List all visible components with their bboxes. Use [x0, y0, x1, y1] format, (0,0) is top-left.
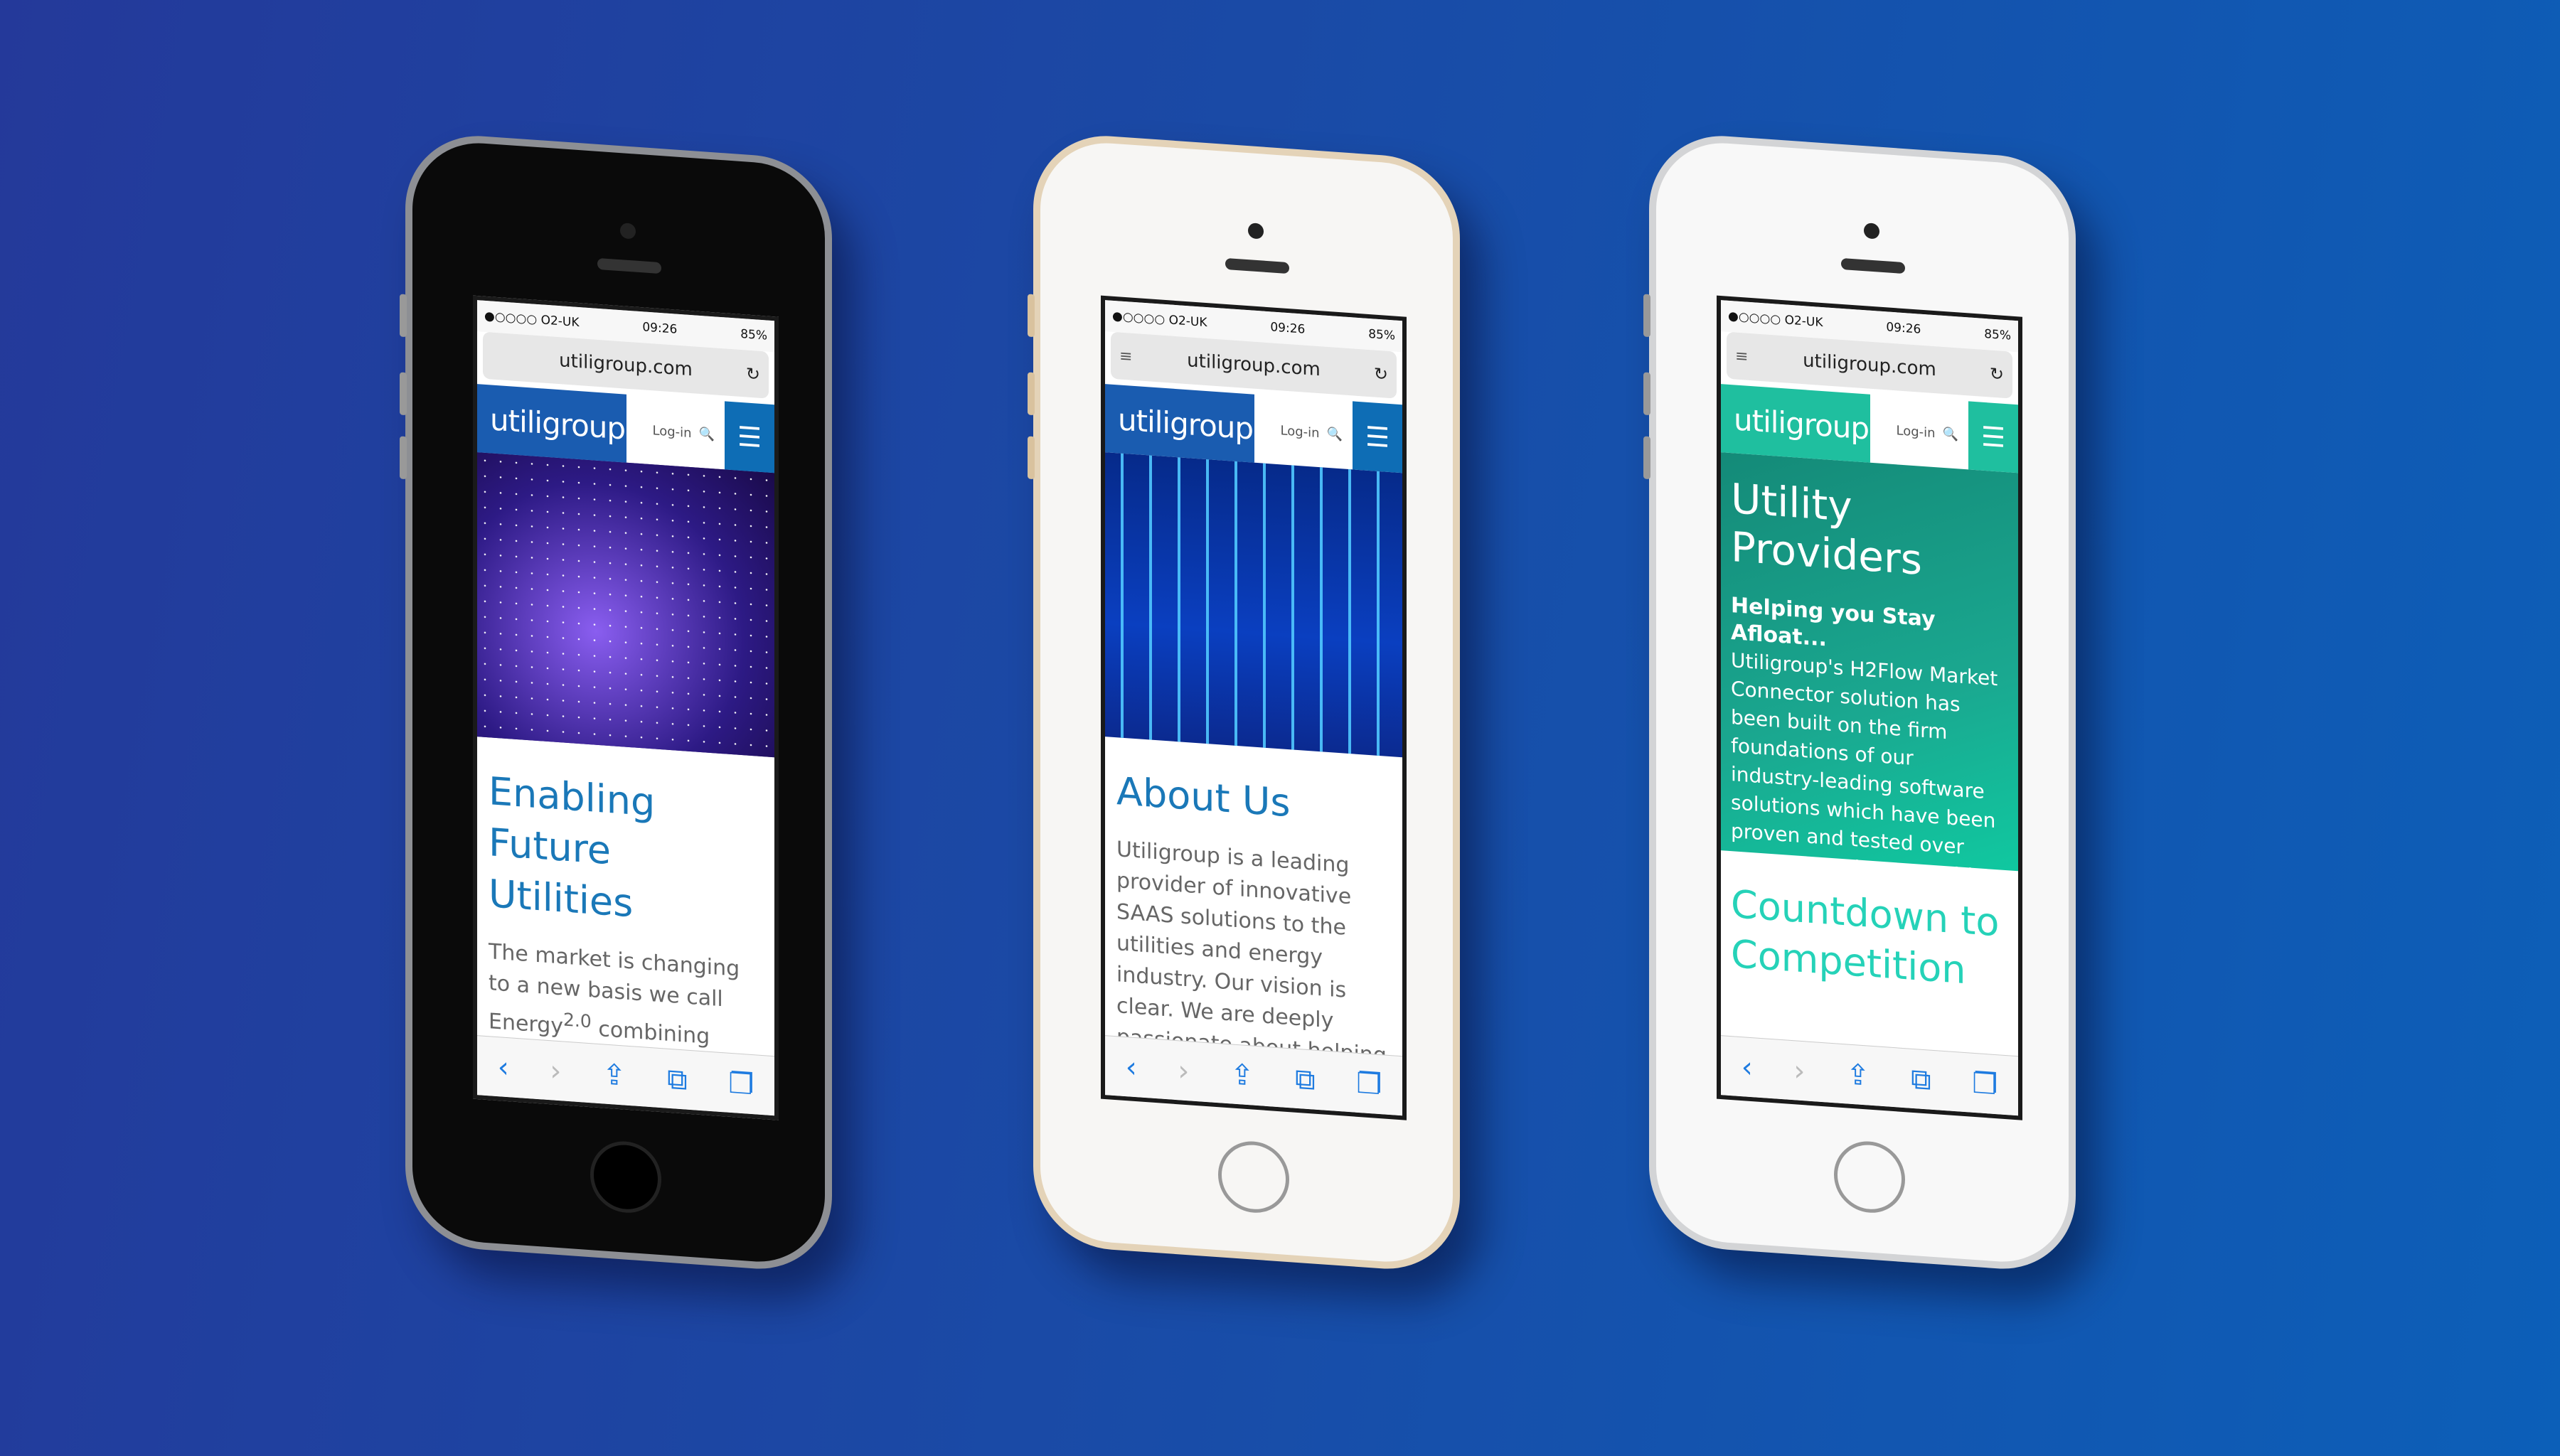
page-title: Enabling Future Utilities: [489, 769, 656, 926]
page-body: Utiligroup's H2Flow Market Connector sol…: [1731, 648, 1998, 910]
reload-icon[interactable]: ↻: [1374, 363, 1388, 384]
speaker: [1225, 257, 1289, 274]
speaker: [1841, 257, 1905, 274]
camera: [1248, 223, 1264, 240]
hero-image-stock-chart: [1105, 452, 1402, 758]
home-button[interactable]: [1218, 1139, 1289, 1216]
share-icon[interactable]: ⇪: [602, 1058, 626, 1092]
hero-image-space: [477, 452, 774, 758]
logo[interactable]: utiligroup: [1721, 384, 1870, 463]
login-link[interactable]: Log-in: [1897, 423, 1936, 441]
battery: 85%: [740, 326, 767, 343]
logo[interactable]: utiligroup: [1105, 384, 1254, 463]
carrier: ●○○○○ O2-UK: [484, 309, 580, 331]
back-icon[interactable]: ‹: [498, 1051, 509, 1084]
bookmarks-icon[interactable]: ⧉: [1911, 1062, 1931, 1096]
home-button[interactable]: [1834, 1139, 1905, 1216]
forward-icon[interactable]: ›: [550, 1054, 561, 1088]
clock: 09:26: [642, 320, 678, 337]
speaker: [597, 257, 661, 274]
search-icon[interactable]: 🔍: [1943, 426, 1958, 442]
tabs-icon[interactable]: ❐: [1972, 1066, 1998, 1101]
tabs-icon[interactable]: ❐: [728, 1066, 754, 1101]
hamburger-icon[interactable]: ☰: [725, 401, 774, 473]
forward-icon[interactable]: ›: [1178, 1054, 1189, 1088]
share-icon[interactable]: ⇪: [1846, 1058, 1870, 1092]
phone-space-gray: ●○○○○ O2-UK 09:26 85% utiligroup.com ↻ util…: [400, 131, 832, 1274]
camera: [1864, 223, 1879, 240]
phone-silver: ●○○○○ O2-UK 09:26 85% ≡ utiligroup.com ↻ uti…: [1643, 131, 2076, 1274]
bookmarks-icon[interactable]: ⧉: [1295, 1062, 1316, 1096]
screen: ●○○○○ O2-UK 09:26 85% ≡ utiligroup.com ↻ uti…: [1717, 295, 2022, 1120]
url-text: utiligroup.com: [559, 350, 693, 381]
phone-gold: ●○○○○ O2-UK 09:26 85% ≡ utiligroup.com ↻ uti…: [1028, 131, 1460, 1274]
bookmarks-icon[interactable]: ⧉: [667, 1062, 688, 1096]
login-link[interactable]: Log-in: [1281, 423, 1320, 441]
logo[interactable]: utiligroup: [477, 384, 626, 463]
home-button[interactable]: [590, 1139, 661, 1216]
share-icon[interactable]: ⇪: [1230, 1058, 1254, 1092]
safari-toolbar: ‹ › ⇪ ⧉ ❐: [1721, 1035, 2018, 1116]
camera: [620, 223, 636, 240]
page-title: Utility Providers: [1731, 474, 1923, 584]
hero-panel: Utility Providers Helping you Stay Afloa…: [1721, 452, 2018, 910]
hamburger-icon[interactable]: ☰: [1968, 401, 2018, 473]
login-link[interactable]: Log-in: [653, 423, 692, 441]
reader-icon[interactable]: ≡: [1119, 347, 1132, 365]
forward-icon[interactable]: ›: [1793, 1054, 1805, 1088]
screen: ●○○○○ O2-UK 09:26 85% ≡ utiligroup.com ↻ uti…: [1101, 295, 1407, 1120]
search-icon[interactable]: 🔍: [699, 426, 715, 442]
back-icon[interactable]: ‹: [1126, 1051, 1137, 1084]
reader-icon[interactable]: ≡: [1735, 347, 1748, 365]
hamburger-icon[interactable]: ☰: [1353, 401, 1402, 473]
screen: ●○○○○ O2-UK 09:26 85% utiligroup.com ↻ util…: [473, 295, 779, 1120]
tabs-icon[interactable]: ❐: [1356, 1066, 1382, 1101]
reload-icon[interactable]: ↻: [746, 363, 760, 384]
reload-icon[interactable]: ↻: [1990, 363, 2004, 384]
search-icon[interactable]: 🔍: [1327, 426, 1343, 442]
back-icon[interactable]: ‹: [1742, 1051, 1753, 1084]
